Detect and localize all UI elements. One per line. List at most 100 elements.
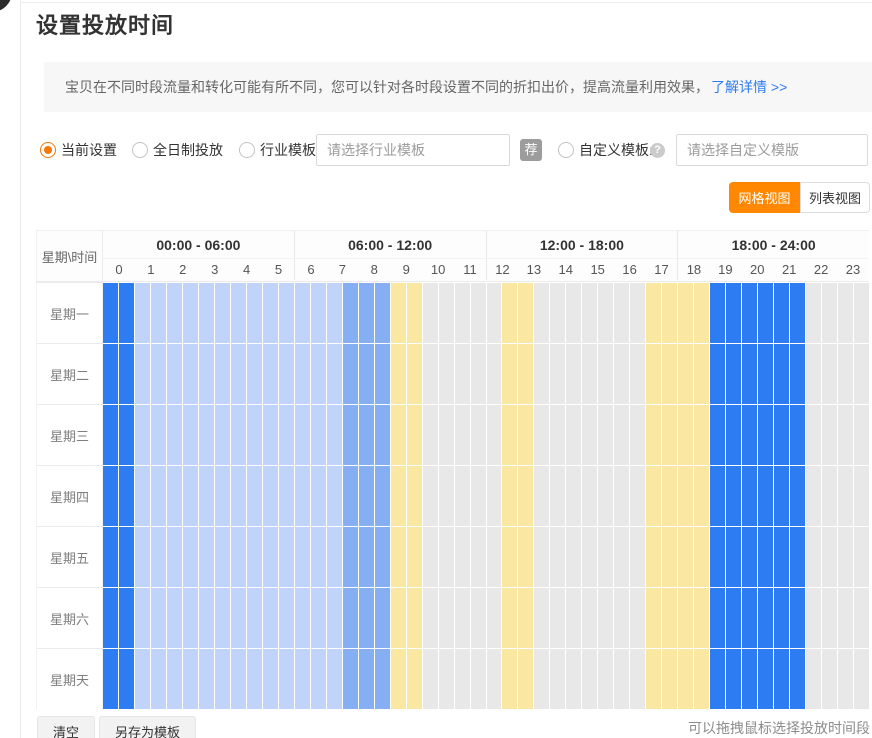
time-cell[interactable] bbox=[471, 649, 486, 709]
time-cell[interactable] bbox=[806, 405, 821, 465]
time-cell[interactable] bbox=[534, 344, 549, 404]
time-cell[interactable] bbox=[151, 283, 166, 343]
time-cell[interactable] bbox=[630, 344, 645, 404]
time-cell[interactable] bbox=[774, 283, 789, 343]
time-cell[interactable] bbox=[854, 588, 869, 648]
time-cell[interactable] bbox=[790, 466, 805, 526]
time-cell[interactable] bbox=[423, 405, 438, 465]
radio-full-day-label[interactable]: 全日制投放 bbox=[153, 134, 223, 166]
time-cell[interactable] bbox=[662, 405, 677, 465]
time-cell[interactable] bbox=[119, 588, 134, 648]
time-cell[interactable] bbox=[167, 466, 182, 526]
time-cell[interactable] bbox=[471, 466, 486, 526]
time-cell[interactable] bbox=[471, 588, 486, 648]
time-cell[interactable] bbox=[614, 649, 629, 709]
time-cell[interactable] bbox=[678, 283, 693, 343]
time-cell[interactable] bbox=[534, 405, 549, 465]
time-cell[interactable] bbox=[518, 649, 533, 709]
time-cell[interactable] bbox=[407, 405, 422, 465]
time-cell[interactable] bbox=[662, 283, 677, 343]
time-cell[interactable] bbox=[806, 588, 821, 648]
time-cell[interactable] bbox=[295, 588, 310, 648]
time-cell[interactable] bbox=[215, 344, 230, 404]
time-cell[interactable] bbox=[758, 466, 773, 526]
time-cell[interactable] bbox=[854, 344, 869, 404]
time-cell[interactable] bbox=[806, 344, 821, 404]
time-cell[interactable] bbox=[327, 527, 342, 587]
time-cell[interactable] bbox=[423, 283, 438, 343]
radio-full-day[interactable] bbox=[132, 142, 148, 158]
time-cell[interactable] bbox=[646, 344, 661, 404]
time-cell[interactable] bbox=[678, 466, 693, 526]
time-cell[interactable] bbox=[295, 466, 310, 526]
time-cell[interactable] bbox=[183, 344, 198, 404]
time-cell[interactable] bbox=[167, 283, 182, 343]
time-cell[interactable] bbox=[295, 527, 310, 587]
time-cell[interactable] bbox=[662, 588, 677, 648]
time-cell[interactable] bbox=[726, 588, 741, 648]
time-cell[interactable] bbox=[646, 405, 661, 465]
time-cell[interactable] bbox=[343, 466, 358, 526]
time-cell[interactable] bbox=[455, 344, 470, 404]
time-cell[interactable] bbox=[279, 649, 294, 709]
time-cell[interactable] bbox=[103, 466, 118, 526]
time-cell[interactable] bbox=[391, 649, 406, 709]
time-cell[interactable] bbox=[263, 344, 278, 404]
time-cell[interactable] bbox=[694, 527, 709, 587]
time-cell[interactable] bbox=[359, 527, 374, 587]
time-cell[interactable] bbox=[502, 466, 517, 526]
time-cell[interactable] bbox=[135, 527, 150, 587]
time-cell[interactable] bbox=[582, 344, 597, 404]
time-cell[interactable] bbox=[359, 344, 374, 404]
time-cell[interactable] bbox=[199, 649, 214, 709]
time-cell[interactable] bbox=[295, 344, 310, 404]
time-cell[interactable] bbox=[550, 283, 565, 343]
time-cell[interactable] bbox=[710, 344, 725, 404]
time-cell[interactable] bbox=[822, 405, 837, 465]
time-cell[interactable] bbox=[455, 649, 470, 709]
time-cell[interactable] bbox=[806, 527, 821, 587]
time-cell[interactable] bbox=[215, 283, 230, 343]
time-cell[interactable] bbox=[119, 283, 134, 343]
time-cell[interactable] bbox=[167, 588, 182, 648]
time-cell[interactable] bbox=[822, 649, 837, 709]
time-cell[interactable] bbox=[231, 649, 246, 709]
time-cell[interactable] bbox=[614, 466, 629, 526]
time-cell[interactable] bbox=[103, 283, 118, 343]
time-cell[interactable] bbox=[471, 405, 486, 465]
time-cell[interactable] bbox=[151, 344, 166, 404]
time-cell[interactable] bbox=[231, 283, 246, 343]
time-cell[interactable] bbox=[534, 649, 549, 709]
time-cell[interactable] bbox=[694, 466, 709, 526]
time-cell[interactable] bbox=[582, 649, 597, 709]
time-cell[interactable] bbox=[391, 527, 406, 587]
time-cell[interactable] bbox=[119, 527, 134, 587]
time-cell[interactable] bbox=[375, 527, 390, 587]
time-cell[interactable] bbox=[311, 283, 326, 343]
time-cell[interactable] bbox=[774, 466, 789, 526]
time-cell[interactable] bbox=[183, 405, 198, 465]
time-cell[interactable] bbox=[327, 466, 342, 526]
time-cell[interactable] bbox=[726, 405, 741, 465]
time-cell[interactable] bbox=[726, 649, 741, 709]
time-cell[interactable] bbox=[215, 527, 230, 587]
time-cell[interactable] bbox=[742, 588, 757, 648]
time-cell[interactable] bbox=[694, 588, 709, 648]
time-cell[interactable] bbox=[694, 649, 709, 709]
time-cell[interactable] bbox=[263, 649, 278, 709]
time-cell[interactable] bbox=[119, 466, 134, 526]
time-cell[interactable] bbox=[359, 466, 374, 526]
time-cell[interactable] bbox=[343, 283, 358, 343]
time-cell[interactable] bbox=[151, 527, 166, 587]
time-cell[interactable] bbox=[790, 405, 805, 465]
time-cell[interactable] bbox=[774, 405, 789, 465]
time-cell[interactable] bbox=[263, 588, 278, 648]
time-cell[interactable] bbox=[231, 344, 246, 404]
time-cell[interactable] bbox=[119, 405, 134, 465]
time-cell[interactable] bbox=[199, 405, 214, 465]
grid-view-button[interactable]: 网格视图 bbox=[729, 182, 800, 213]
radio-custom-template-label[interactable]: 自定义模板: bbox=[579, 134, 653, 166]
time-cell[interactable] bbox=[822, 283, 837, 343]
time-cell[interactable] bbox=[838, 344, 853, 404]
radio-industry-template[interactable] bbox=[239, 142, 255, 158]
